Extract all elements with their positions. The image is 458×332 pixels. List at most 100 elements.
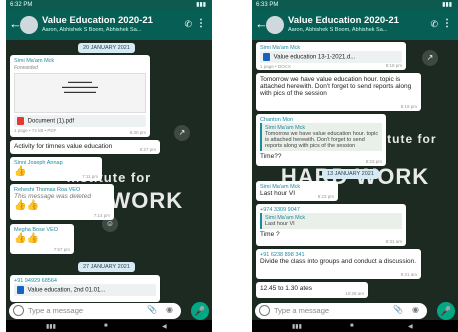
message-bubble[interactable]: Megha Bose VEO 👍👍 7:57 pm xyxy=(10,224,74,254)
message-bubble[interactable]: Tomorrow we have value education hour. t… xyxy=(256,73,421,111)
message-bubble[interactable]: +91 94929 68564 Value education, 2nd 01.… xyxy=(10,275,160,302)
share-icon[interactable]: ↗ xyxy=(174,125,190,141)
group-avatar[interactable] xyxy=(20,16,38,34)
message-time: 8:27 pm xyxy=(139,147,156,152)
battery-icon: ▮▮▮ xyxy=(442,2,452,8)
call-icon[interactable]: ✆ xyxy=(430,19,438,30)
system-nav-bar: ▮▮▮ ■ ◀ xyxy=(252,320,458,332)
quoted-message[interactable]: Simi Ma'am Mck Last hour VI xyxy=(260,213,402,229)
document-attachment[interactable]: Document (1).pdf xyxy=(14,115,146,127)
message-bubble[interactable]: Activity for timnes value education 8:27… xyxy=(10,140,160,154)
message-bubble[interactable]: Chanton Mon Simi Ma'am Mck Tomorrow we h… xyxy=(256,114,386,166)
message-text: Last hour VI xyxy=(260,190,296,197)
document-attachment[interactable]: Value education 13-1-2021.d... xyxy=(260,51,402,63)
date-chip: 27 JANUARY 2021 xyxy=(78,262,135,272)
message-time: 8:18 pm xyxy=(385,63,402,68)
word-doc-icon xyxy=(17,286,24,294)
message-time: 8:19 pm xyxy=(400,104,417,109)
message-time: 7:11 pm xyxy=(82,174,98,179)
thumbs-up-icon: 👍👍 xyxy=(14,200,39,211)
more-options-icon[interactable]: ⋮ xyxy=(442,18,452,29)
word-doc-icon xyxy=(263,53,270,61)
share-icon[interactable]: ↗ xyxy=(422,50,438,66)
status-bar: 6:32 PM ▮▮▮ xyxy=(6,0,212,10)
message-input[interactable]: Type a message 📎 ◉ xyxy=(255,303,427,319)
quoted-text: Last hour VI xyxy=(265,221,295,227)
back-nav-icon[interactable]: ◀ xyxy=(162,323,167,330)
message-text: Time?? xyxy=(260,153,282,160)
message-sender: Simi Ma'am Mck xyxy=(14,58,55,64)
group-avatar[interactable] xyxy=(266,16,284,34)
status-time: 6:33 PM xyxy=(256,2,279,8)
recent-apps-icon[interactable]: ▮▮▮ xyxy=(292,323,302,330)
right-phone-screen: 6:33 PM ▮▮▮ ← Value Education 2020-21 Aa… xyxy=(252,0,458,332)
home-icon[interactable]: ■ xyxy=(104,323,108,329)
thumbs-up-icon: 👍 xyxy=(14,166,27,177)
message-bubble[interactable]: Simi Ma'am Mck Value education 13-1-2021… xyxy=(256,42,406,70)
date-chip: 20 JANUARY 2021 xyxy=(78,43,135,53)
document-meta: 1 page • 72 kB • PDF xyxy=(14,128,57,133)
mic-button[interactable]: 🎤 xyxy=(191,302,209,320)
message-input[interactable]: Type a message 📎 ◉ xyxy=(9,303,181,319)
call-icon[interactable]: ✆ xyxy=(184,19,192,30)
document-name: Value education, 2nd 01.01... xyxy=(27,287,106,294)
message-text: Activity for timnes value education xyxy=(14,143,113,150)
recent-apps-icon[interactable]: ▮▮▮ xyxy=(46,323,56,330)
document-meta: 1 page • DOCX xyxy=(260,64,291,69)
message-bubble[interactable]: Simi Ma'am Mck Last hour VI 8:23 pm xyxy=(256,181,338,201)
emoji-icon[interactable] xyxy=(13,305,24,316)
back-nav-icon[interactable]: ◀ xyxy=(408,323,413,330)
camera-icon[interactable]: ◉ xyxy=(412,305,419,314)
message-bubble[interactable]: Simi Ma'am Mck Forwarded ▬▬▬▬▬▬ ▬▬▬▬▬▬▬▬▬… xyxy=(10,55,150,137)
document-name: Document (1).pdf xyxy=(27,118,75,125)
message-time: 8:23 pm xyxy=(365,159,382,164)
compose-bar: Type a message 📎 ◉ 🎤 xyxy=(252,302,458,320)
document-attachment[interactable]: Value education, 2nd 01.01... xyxy=(14,284,156,296)
mic-button[interactable]: 🎤 xyxy=(437,302,455,320)
message-sender: Sinni Joseph Annap xyxy=(14,160,63,166)
message-bubble[interactable]: 12.45 to 1.30 ates 10:28 am xyxy=(256,282,368,298)
message-time: 7:57 pm xyxy=(53,247,70,252)
message-bubble[interactable]: +91 6238 898 341 Divide the class into g… xyxy=(256,249,421,279)
date-chip: 13 JANUARY 2021 xyxy=(322,169,379,179)
compose-bar: Type a message 📎 ◉ 🎤 xyxy=(6,302,212,320)
camera-icon[interactable]: ◉ xyxy=(166,305,173,314)
message-time: 8:31 am xyxy=(385,239,402,244)
message-time: 10:28 am xyxy=(345,291,364,296)
chat-participants[interactable]: Aaron, Abhishek S Boom, Abhishek Sa... xyxy=(42,27,162,33)
message-text: Tomorrow we have value education hour. t… xyxy=(260,76,412,97)
message-text: 12.45 to 1.30 ates xyxy=(260,285,313,292)
deleted-message: This message was deleted xyxy=(14,193,91,200)
chat-header: ← Value Education 2020-21 Aaron, Abhishe… xyxy=(6,10,212,40)
battery-icon: ▮▮▮ xyxy=(196,2,206,8)
more-options-icon[interactable]: ⋮ xyxy=(196,18,206,29)
chat-header: ← Value Education 2020-21 Aaron, Abhishe… xyxy=(252,10,458,40)
thumbs-up-icon: 👍👍 xyxy=(14,233,39,244)
system-nav-bar: ▮▮▮ ■ ◀ xyxy=(6,320,212,332)
message-time: 8:30 pm xyxy=(129,130,146,135)
message-bubble[interactable]: Sinni Joseph Annap 👍 7:11 pm xyxy=(10,157,102,181)
attach-icon[interactable]: 📎 xyxy=(147,305,157,314)
message-text: Time ? xyxy=(260,231,280,238)
message-bubble[interactable]: +974 3309 9047 Simi Ma'am Mck Last hour … xyxy=(256,204,406,246)
document-preview[interactable]: ▬▬▬▬▬▬ ▬▬▬▬▬▬▬▬▬ ▬▬▬▬▬▬▬▬ xyxy=(14,73,146,113)
emoji-react-icon[interactable]: ☺ xyxy=(102,216,118,232)
status-time: 6:32 PM xyxy=(10,2,33,8)
chat-participants[interactable]: Aaron, Abhishek S Boom, Abhishek Sa... xyxy=(288,27,408,33)
left-phone-screen: 6:32 PM ▮▮▮ ← Value Education 2020-21 Aa… xyxy=(6,0,212,332)
quoted-message[interactable]: Simi Ma'am Mck Tomorrow we have value ed… xyxy=(260,123,382,151)
chat-title[interactable]: Value Education 2020-21 xyxy=(288,15,399,26)
home-icon[interactable]: ■ xyxy=(350,323,354,329)
message-time: 8:23 pm xyxy=(317,194,334,199)
message-list[interactable]: Here is no substitute for HARD WORK Simi… xyxy=(252,40,458,302)
forwarded-label: Forwarded xyxy=(14,65,38,71)
chat-title[interactable]: Value Education 2020-21 xyxy=(42,15,153,26)
document-name: Value education 13-1-2021.d... xyxy=(273,54,356,61)
pdf-icon xyxy=(17,117,24,125)
message-list[interactable]: Institute for HARD WORK 20 JANUARY 2021 … xyxy=(6,40,212,302)
message-bubble[interactable]: Reheshi Thomas Roa VEO This message was … xyxy=(10,184,114,220)
message-placeholder: Type a message xyxy=(274,306,330,315)
attach-icon[interactable]: 📎 xyxy=(393,305,403,314)
emoji-icon[interactable] xyxy=(259,305,270,316)
message-time: 9:21 am xyxy=(400,272,417,277)
